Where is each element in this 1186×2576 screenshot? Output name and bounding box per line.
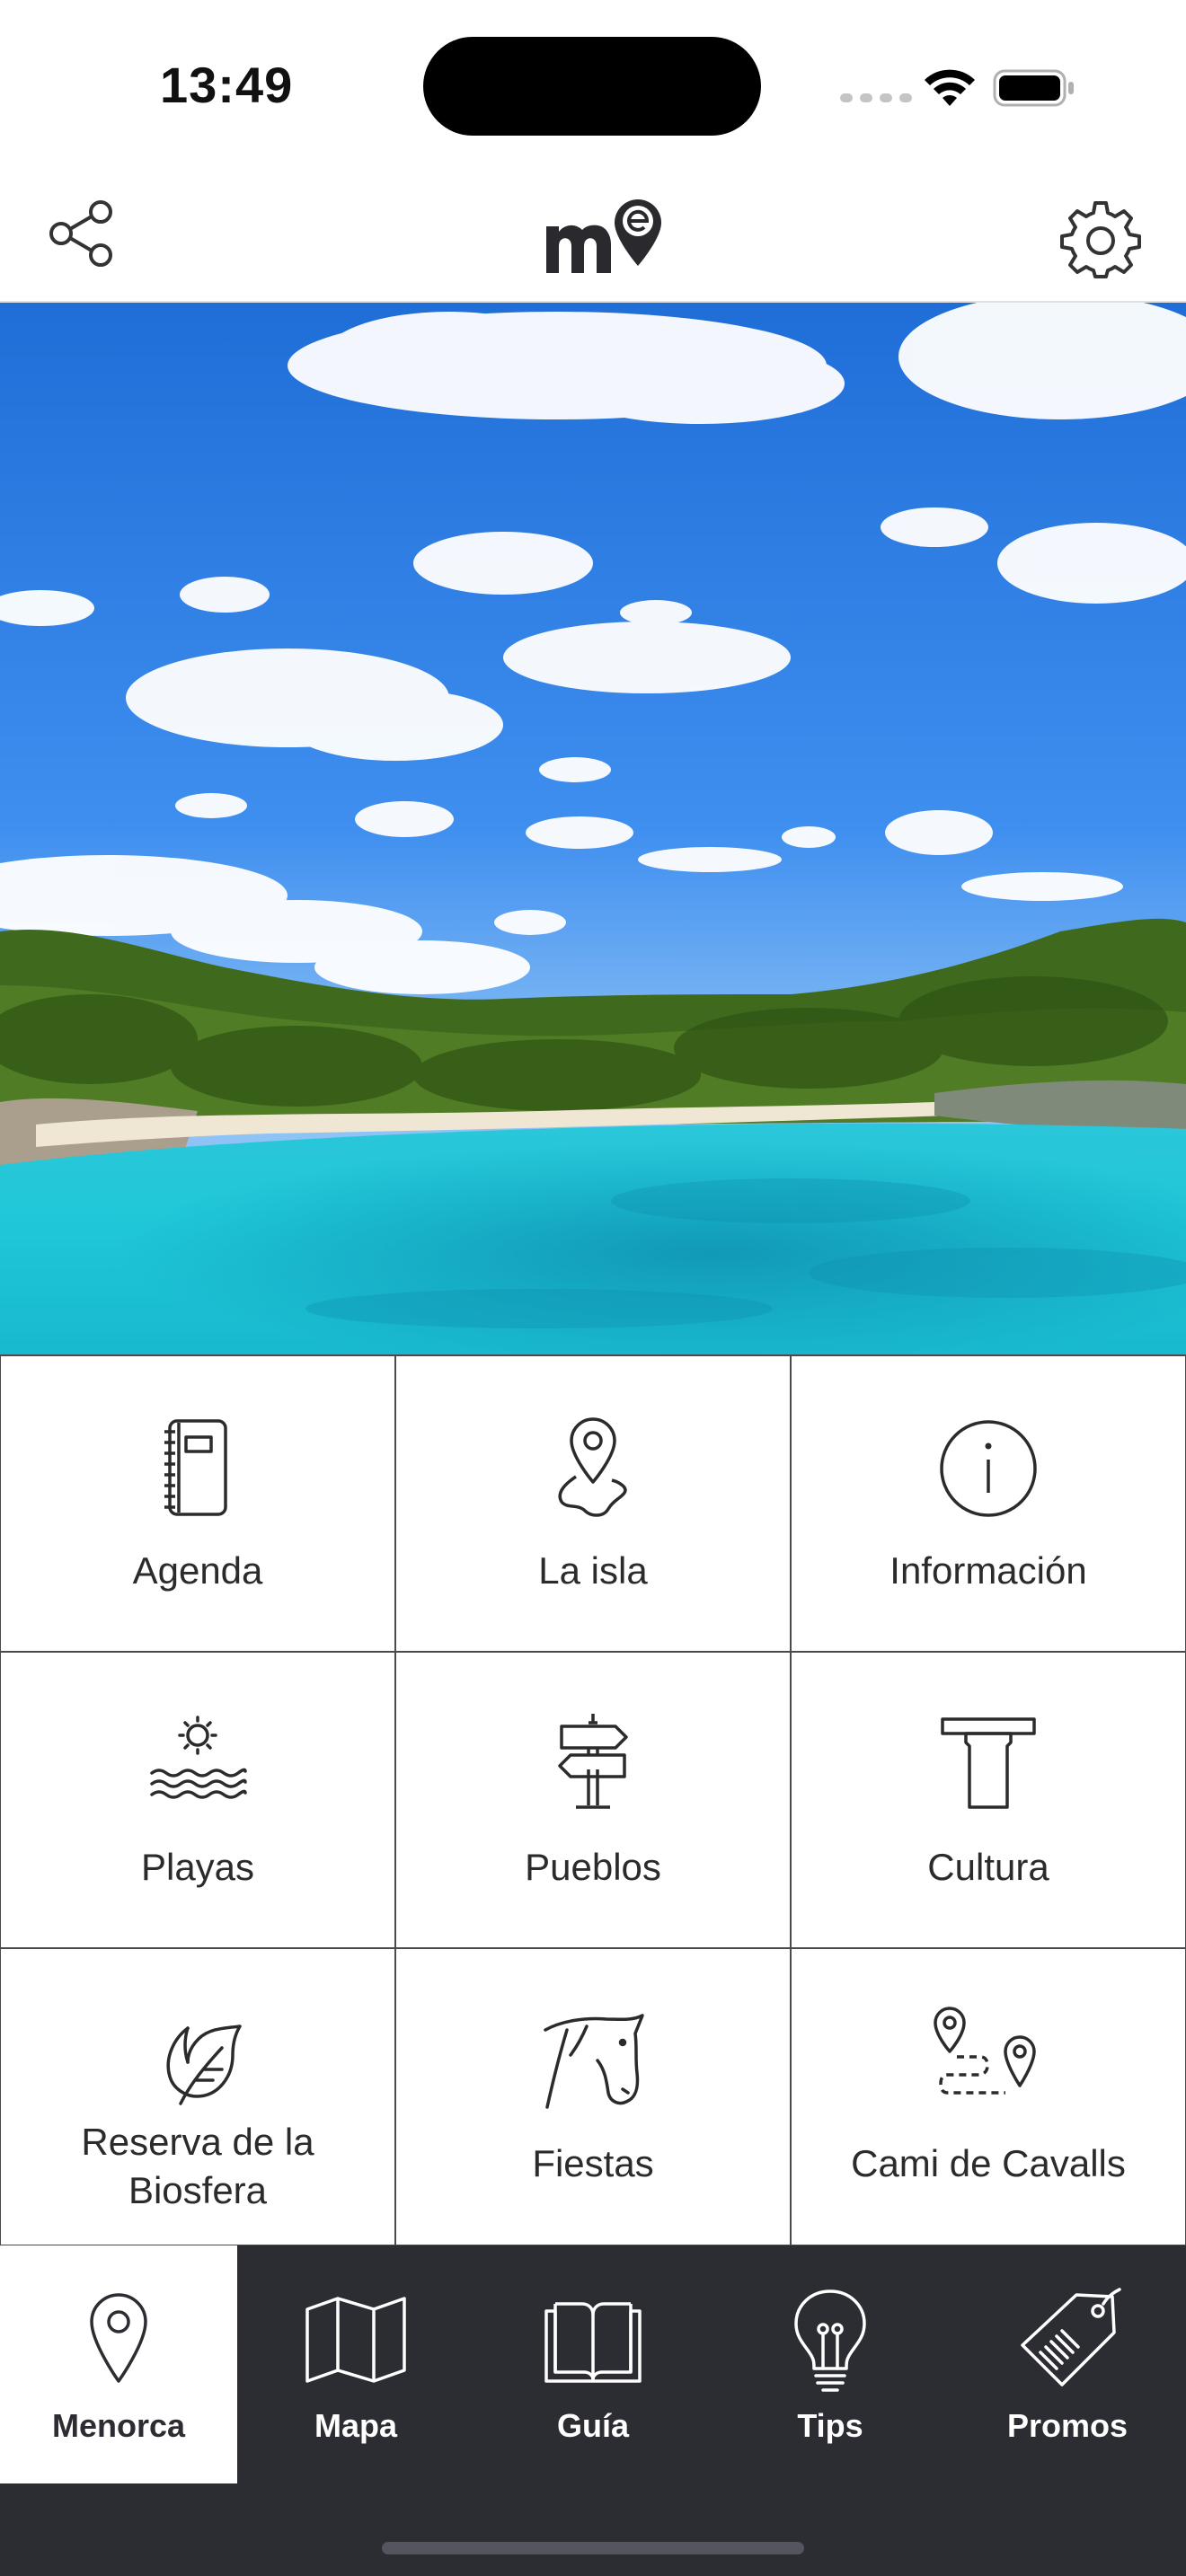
grid-item-label: Información — [890, 1549, 1087, 1592]
grid-item-fiestas[interactable]: Fiestas — [394, 1947, 792, 2246]
grid-item-pueblos[interactable]: Pueblos — [394, 1651, 792, 1949]
grid-item-label: Cami de Cavalls — [851, 2142, 1126, 2184]
grid-item-label: Fiestas — [532, 2142, 654, 2184]
map-pin-island-icon — [558, 1417, 627, 1517]
grid-item-la-isla[interactable]: La isla — [394, 1354, 792, 1653]
dynamic-island — [423, 37, 761, 136]
grid-item-label: Playas — [140, 1846, 255, 1888]
tab-promos[interactable]: Promos — [949, 2245, 1186, 2483]
beach-sun-waves-icon — [150, 1716, 247, 1799]
grid-item-informacion[interactable]: Información — [790, 1354, 1186, 1653]
folded-map-icon — [305, 2297, 406, 2383]
tab-label: Menorca — [51, 2407, 186, 2444]
grid-item-reserva-biosfera[interactable]: Reserva de la Biosfera — [0, 1947, 396, 2246]
tab-tips[interactable]: Tips — [712, 2245, 949, 2483]
home-indicator[interactable] — [382, 2542, 804, 2554]
share-icon — [49, 200, 112, 267]
battery-icon — [993, 69, 1074, 107]
info-icon — [940, 1420, 1037, 1517]
menu-grid: Agenda La isla Información Playas Pueblo… — [0, 1354, 1186, 2246]
grid-item-label: Pueblos — [525, 1846, 661, 1888]
tab-menorca[interactable]: Menorca — [0, 2245, 237, 2483]
tab-bar: Menorca Mapa Guía Tips Promos — [0, 2245, 1186, 2483]
status-time: 13:49 — [160, 57, 294, 113]
wifi-icon — [925, 69, 975, 106]
grid-item-label: Agenda — [132, 1549, 263, 1592]
app-header — [0, 171, 1186, 303]
grid-item-agenda[interactable]: Agenda — [0, 1354, 396, 1653]
status-bar: 13:49 — [0, 0, 1186, 171]
grid-item-label: Cultura — [927, 1846, 1049, 1888]
grid-item-label: Reserva de la Biosfera — [81, 2121, 314, 2211]
menorca-logo — [539, 190, 674, 280]
gear-icon — [1060, 201, 1141, 278]
grid-item-cultura[interactable]: Cultura — [790, 1651, 1186, 1949]
grid-item-cami-de-cavalls[interactable]: Cami de Cavalls — [790, 1947, 1186, 2246]
tab-mapa[interactable]: Mapa — [237, 2245, 474, 2483]
notebook-icon — [164, 1419, 227, 1516]
route-pins-icon — [934, 2007, 1036, 2095]
tab-label: Mapa — [314, 2407, 398, 2444]
settings-button[interactable] — [1060, 198, 1141, 278]
price-tag-icon — [1021, 2288, 1121, 2386]
tab-label: Promos — [1006, 2407, 1128, 2444]
signpost-icon — [558, 1714, 628, 1809]
share-button[interactable] — [45, 198, 117, 269]
hero-image — [0, 303, 1186, 1355]
taula-monument-icon — [941, 1717, 1036, 1809]
light-bulb-icon — [794, 2289, 866, 2392]
tab-label: Guía — [556, 2407, 629, 2444]
cellular-signal-icon — [840, 93, 912, 102]
home-indicator-area — [0, 2483, 1186, 2576]
tab-label: Tips — [797, 2407, 863, 2444]
leaf-icon — [166, 2025, 242, 2105]
horse-head-icon — [544, 2014, 644, 2109]
grid-item-label: La isla — [538, 1549, 648, 1592]
map-pin-icon — [90, 2293, 147, 2383]
grid-item-playas[interactable]: Playas — [0, 1651, 396, 1949]
tab-guia[interactable]: Guía — [474, 2245, 712, 2483]
open-book-icon — [544, 2302, 642, 2383]
